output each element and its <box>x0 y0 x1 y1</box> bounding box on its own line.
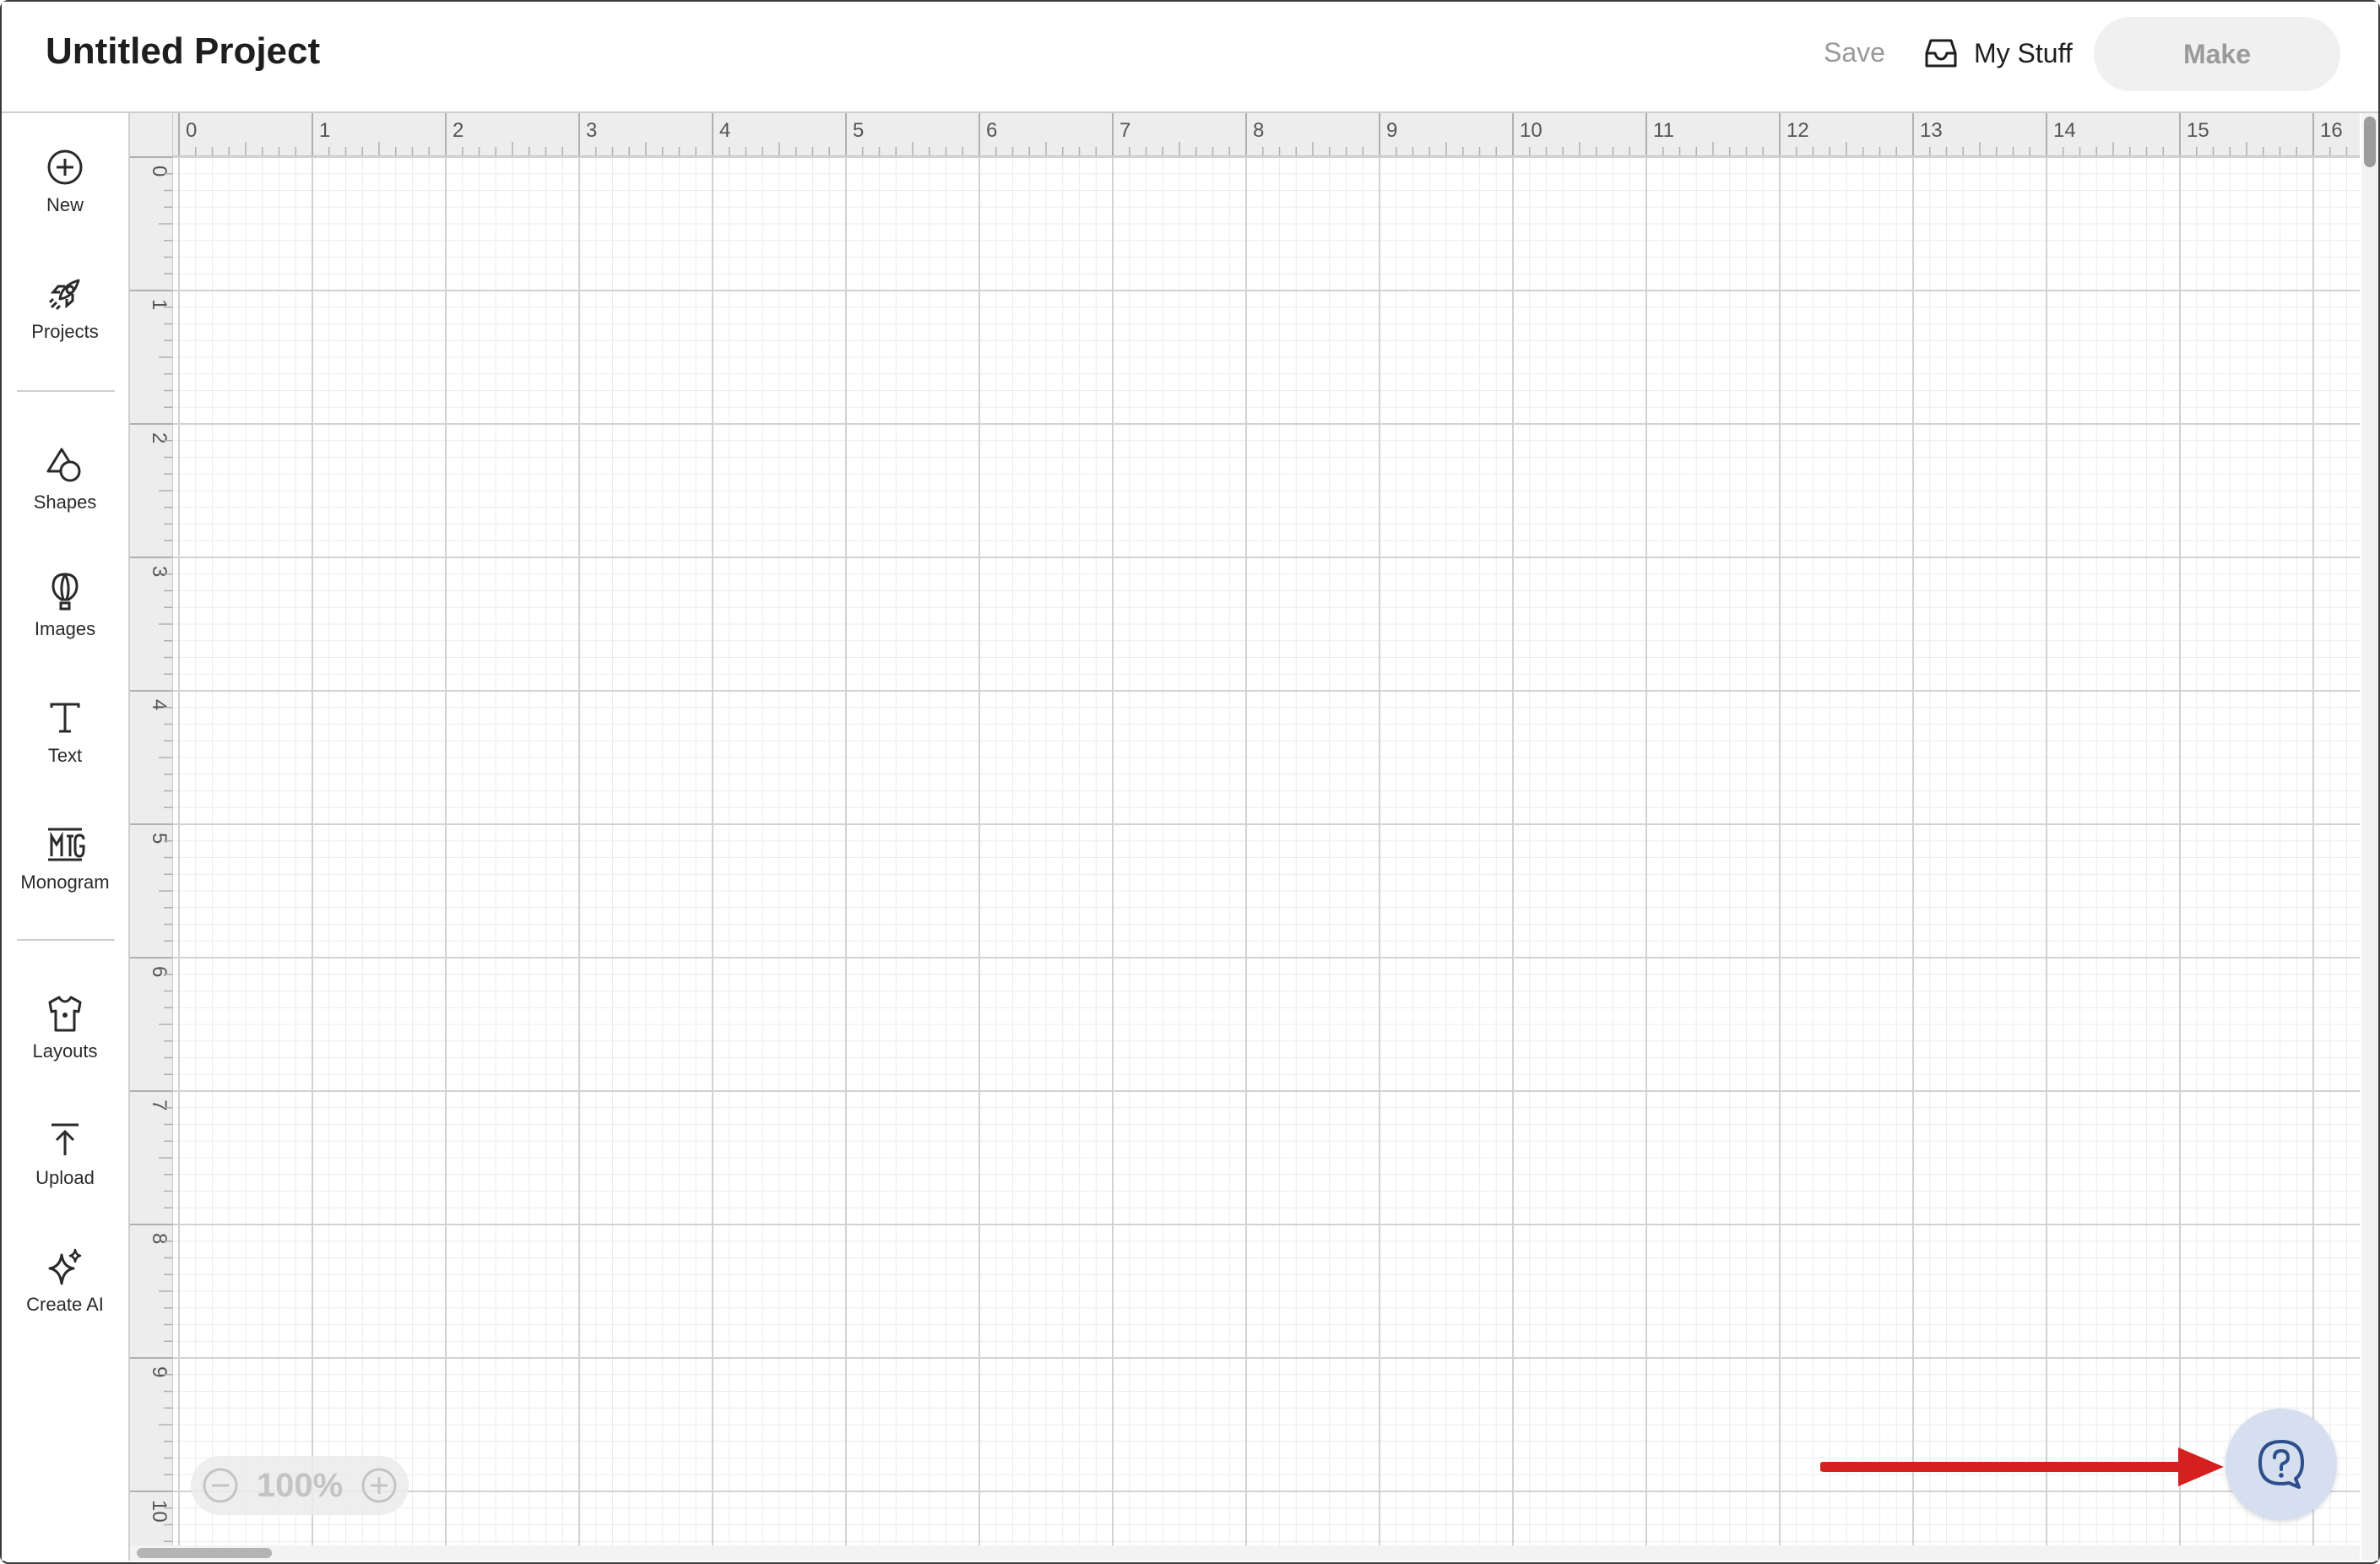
sidebar-item-projects[interactable]: Projects <box>2 274 128 343</box>
ruler-x-label: 1 <box>319 119 330 142</box>
sidebar-item-label: Layouts <box>32 1040 98 1062</box>
ruler-y-label: 6 <box>148 966 171 977</box>
ruler-x-label: 11 <box>1653 119 1674 142</box>
vertical-scroll-thumb[interactable] <box>2364 117 2376 167</box>
sidebar-item-label: Monogram <box>20 872 110 893</box>
vertical-ruler-ticks: 0 1 2 3 4 5 6 7 8 9 10 <box>130 156 172 1542</box>
make-button[interactable]: Make <box>2094 17 2340 91</box>
sidebar-divider <box>17 939 115 941</box>
shapes-icon <box>46 448 81 482</box>
sidebar-item-label: Create AI <box>26 1294 104 1315</box>
zoom-in-icon[interactable] <box>360 1466 398 1505</box>
help-chat-icon <box>2258 1440 2304 1489</box>
ruler-x-label: 5 <box>853 119 864 142</box>
zoom-out-icon[interactable] <box>201 1466 240 1505</box>
sidebar-item-label: Shapes <box>33 491 97 513</box>
sidebar-item-upload[interactable]: Upload <box>2 1120 128 1189</box>
ruler-x-label: 9 <box>1386 119 1397 142</box>
horizontal-scrollbar[interactable] <box>130 1545 2360 1561</box>
horizontal-ruler-ticks: 0 1 2 3 4 5 6 7 8 9 10 11 12 13 14 15 16 <box>178 113 2348 155</box>
ruler-y-label: 9 <box>148 1366 171 1377</box>
sidebar-item-monogram[interactable]: Monogram <box>2 824 128 893</box>
horizontal-ruler: 0 1 2 3 4 5 6 7 8 9 10 11 12 13 14 15 16 <box>130 113 2360 156</box>
sidebar-item-images[interactable]: Images <box>2 571 128 640</box>
ruler-y-label: 4 <box>148 699 171 710</box>
ruler-y-label: 7 <box>148 1100 171 1111</box>
my-stuff-button[interactable]: My Stuff <box>1923 32 2073 74</box>
ruler-x-label: 7 <box>1120 119 1130 142</box>
red-arrow-annotation <box>1820 1447 2224 1486</box>
ruler-x-label: 14 <box>2053 119 2076 142</box>
zoom-level: 100% <box>256 1466 344 1504</box>
ruler-y-label: 3 <box>148 566 171 577</box>
sparkle-icon <box>48 1248 82 1285</box>
upload-icon <box>52 1123 79 1155</box>
ruler-x-label: 6 <box>986 119 997 142</box>
sidebar-item-label: Images <box>34 618 96 639</box>
vertical-ruler: 0 1 2 3 4 5 6 7 8 9 10 <box>130 113 173 1545</box>
plus-circle-icon <box>47 149 83 185</box>
ruler-y-label: 8 <box>148 1233 171 1244</box>
rocket-icon <box>48 279 80 311</box>
ruler-x-label: 15 <box>2187 119 2209 142</box>
ruler-y-label: 2 <box>148 432 171 443</box>
ruler-x-label: 10 <box>1520 119 1542 142</box>
ruler-x-label: 0 <box>186 119 197 142</box>
design-canvas[interactable] <box>130 113 2360 1545</box>
ruler-x-label: 12 <box>1786 119 1809 142</box>
canvas-grid <box>130 113 2360 1545</box>
balloon-icon <box>52 573 79 611</box>
my-stuff-label: My Stuff <box>1974 37 2073 68</box>
tshirt-icon <box>48 996 82 1032</box>
ruler-y-label: 10 <box>148 1500 171 1523</box>
sidebar-item-shapes[interactable]: Shapes <box>2 444 128 513</box>
text-t-icon <box>50 703 80 733</box>
vertical-scrollbar[interactable] <box>2361 113 2378 1561</box>
sidebar-item-label: Text <box>47 745 83 766</box>
ruler-x-label: 3 <box>586 119 597 142</box>
project-title[interactable]: Untitled Project <box>46 30 320 73</box>
horizontal-scroll-thumb[interactable] <box>137 1548 272 1558</box>
ruler-x-label: 16 <box>2320 119 2343 142</box>
ruler-x-label: 4 <box>719 119 730 142</box>
ruler-corner <box>130 113 172 155</box>
inbox-icon <box>1925 39 1957 68</box>
ruler-y-label: 0 <box>148 166 171 176</box>
sidebar-item-create-ai[interactable]: Create AI <box>2 1246 128 1316</box>
sidebar-item-layouts[interactable]: Layouts <box>2 993 128 1062</box>
sidebar-item-label: New <box>46 194 84 215</box>
ruler-x-label: 2 <box>453 119 464 142</box>
zoom-control: 100% <box>191 1456 409 1515</box>
save-button[interactable]: Save <box>1824 37 1885 68</box>
sidebar-item-label: Upload <box>35 1167 95 1188</box>
ruler-x-label: 13 <box>1920 119 1943 142</box>
left-sidebar: New Projects Shapes Images Text Monogram… <box>2 113 130 1561</box>
top-bar: Untitled Project Save My Stuff Make <box>2 2 2378 113</box>
sidebar-item-new[interactable]: New <box>2 147 128 216</box>
ruler-x-label: 8 <box>1253 119 1264 142</box>
sidebar-item-text[interactable]: Text <box>2 698 128 767</box>
sidebar-divider <box>17 390 115 392</box>
ruler-y-label: 1 <box>148 299 171 310</box>
sidebar-item-label: Projects <box>31 321 99 342</box>
monogram-icon <box>48 828 85 861</box>
ruler-y-label: 5 <box>148 833 171 844</box>
help-button[interactable] <box>2225 1409 2337 1520</box>
